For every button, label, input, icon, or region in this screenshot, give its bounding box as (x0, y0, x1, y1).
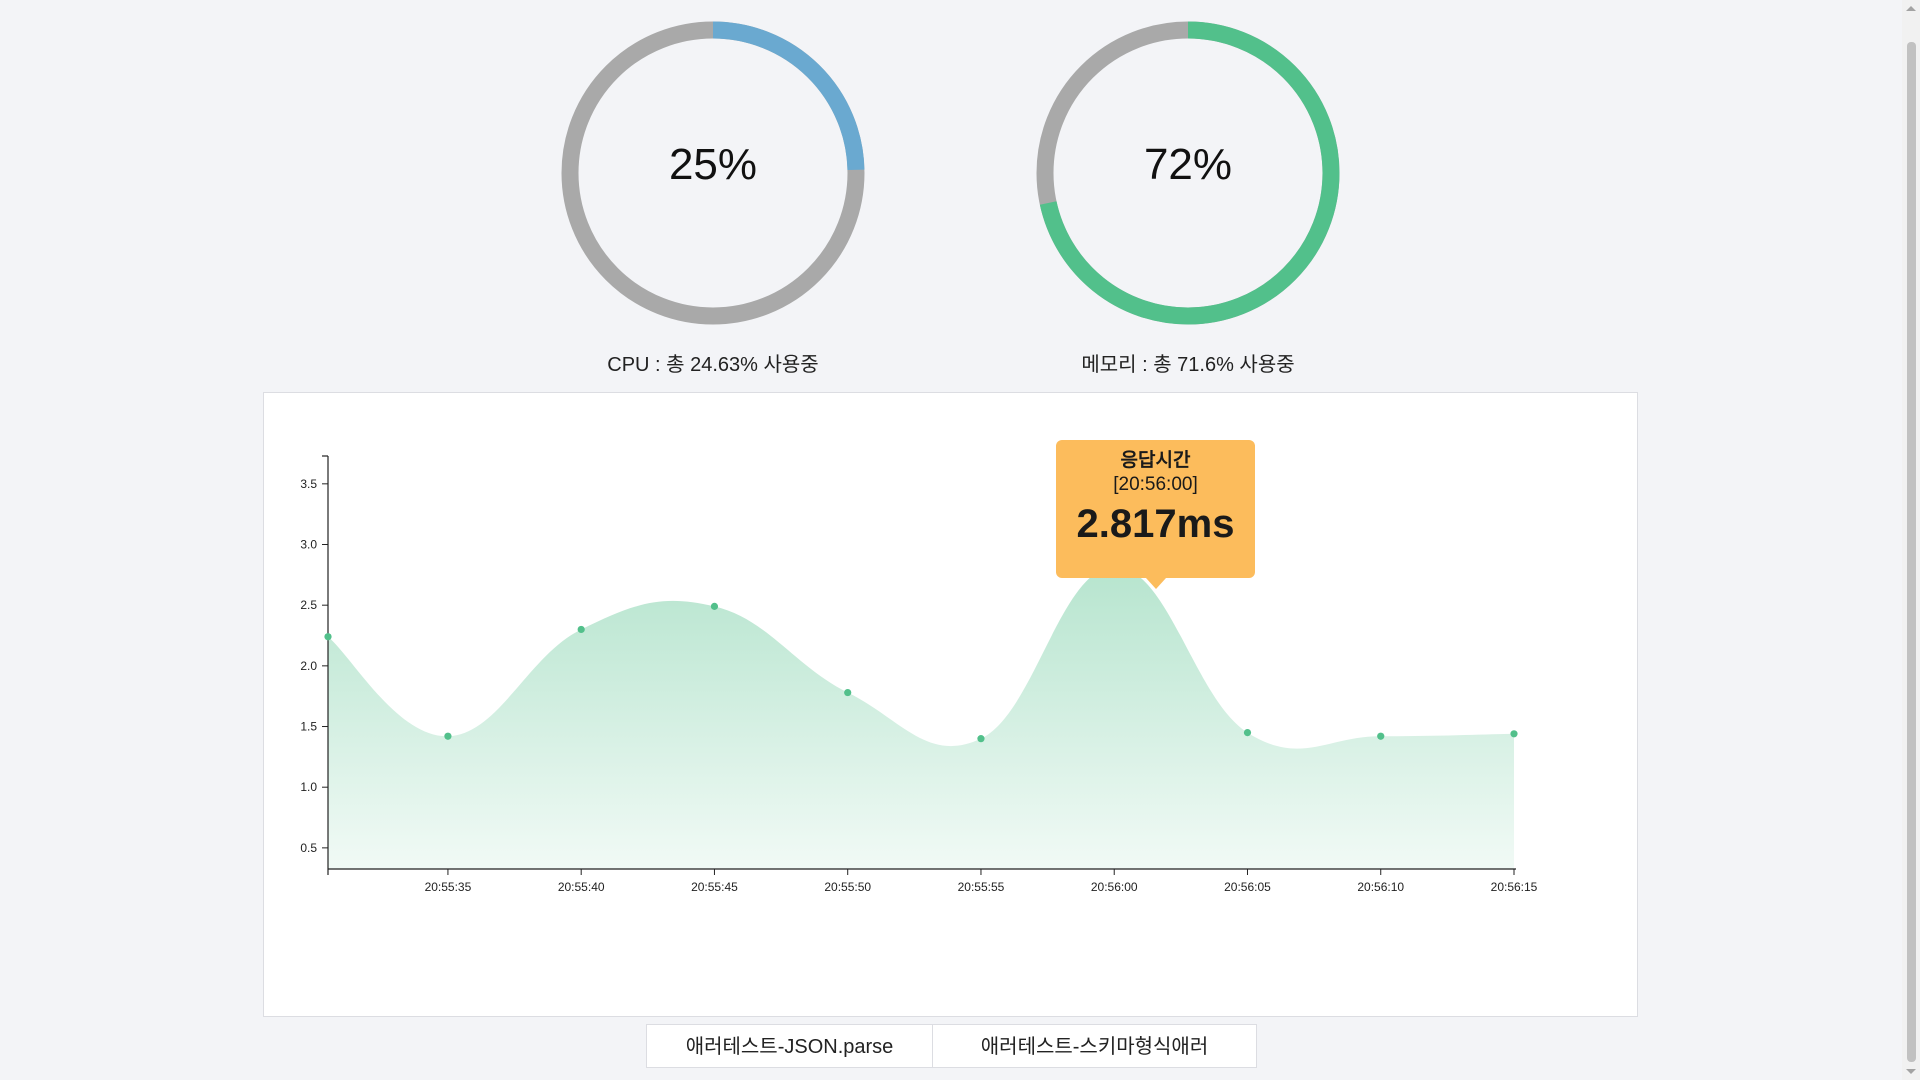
y-tick-label: 1.0 (300, 780, 317, 794)
scroll-down-icon[interactable] (1906, 1069, 1916, 1074)
data-point (844, 688, 852, 697)
test-tabs: 애러테스트-JSON.parse 애러테스트-스키마형식애러 (646, 1024, 1257, 1068)
x-tick-label: 20:56:10 (1357, 880, 1404, 894)
data-point (1377, 732, 1385, 740)
response-time-chart-panel: 0.5 1.0 1.5 2.0 2.5 3.0 3.5 20:55:35 20:55:40 20:… (263, 392, 1638, 1017)
tab-schema-format-error[interactable]: 애러테스트-스키마형식애러 (933, 1024, 1257, 1068)
data-point (577, 625, 585, 634)
tooltip-value: 2.817ms (1076, 502, 1235, 546)
x-tick-label: 20:55:55 (958, 880, 1005, 894)
x-tick-label: 20:56:15 (1491, 880, 1538, 894)
x-tick-label: 20:55:35 (425, 880, 472, 894)
cpu-gauge-value: 25% (668, 140, 758, 189)
chart-area-fill (328, 566, 1514, 869)
cpu-gauge-caption: CPU : 총 24.63% 사용중 (607, 354, 819, 376)
y-tick-label: 1.5 (300, 720, 317, 734)
y-tick-label: 2.0 (300, 659, 317, 673)
tooltip-time: [20:56:00] (1113, 474, 1198, 495)
memory-gauge: 72% 메모리 : 총 71.6% 사용중 (1035, 20, 1341, 377)
scroll-up-icon[interactable] (1906, 6, 1916, 11)
y-tick-label: 3.0 (300, 538, 317, 552)
x-tick-label: 20:55:50 (824, 880, 871, 894)
data-point (710, 602, 719, 610)
data-point (1510, 730, 1518, 738)
scrollbar-thumb[interactable] (1907, 42, 1916, 1062)
data-point (977, 735, 985, 743)
data-point (444, 732, 452, 740)
x-tick-label: 20:55:40 (558, 880, 605, 894)
vertical-scrollbar[interactable] (1902, 0, 1920, 1080)
page: 25% CPU : 총 24.63% 사용중 72% 메모리 : 총 71.6%… (0, 0, 1920, 1080)
y-tick-label: 2.5 (300, 598, 317, 612)
y-tick-label: 3.5 (300, 477, 317, 491)
memory-gauge-value: 72% (1143, 140, 1233, 189)
response-time-chart: 0.5 1.0 1.5 2.0 2.5 3.0 3.5 20:55:35 20:55:40 20:… (300, 455, 1538, 894)
y-tick-label: 0.5 (300, 841, 317, 855)
memory-gauge-caption: 메모리 : 총 71.6% 사용중 (1081, 354, 1295, 376)
x-tick-label: 20:55:45 (691, 880, 738, 894)
tooltip-title: 응답시간 (1120, 450, 1191, 471)
data-point (324, 633, 332, 641)
x-tick-label: 20:56:00 (1091, 880, 1138, 894)
x-tick-label: 20:56:05 (1224, 880, 1271, 894)
chart-tooltip: 응답시간 [20:56:00] 2.817ms (1056, 440, 1255, 589)
cpu-gauge: 25% CPU : 총 24.63% 사용중 (560, 20, 866, 377)
data-point (1243, 728, 1252, 737)
tab-json-parse-error[interactable]: 애러테스트-JSON.parse (646, 1024, 933, 1068)
